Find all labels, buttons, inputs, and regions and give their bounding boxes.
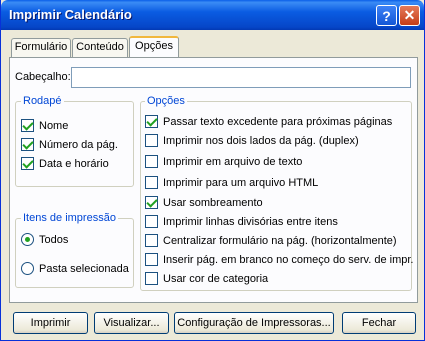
print-dialog: Imprimir Calendário ? ✕ Formulário Conte…	[0, 0, 425, 341]
tab-label: Formulário	[14, 41, 68, 53]
help-icon: ?	[382, 7, 391, 24]
radio-pasta-selecionada[interactable]: Pasta selecionada	[21, 262, 129, 275]
opcoes-group-title: Opções	[145, 95, 187, 107]
checkbox-icon[interactable]	[21, 119, 34, 132]
opcao-duplex-checkbox[interactable]: Imprimir nos dois lados da pág. (duplex)	[145, 134, 359, 147]
checkbox-icon[interactable]	[145, 196, 158, 209]
opcao-pag-branco-checkbox[interactable]: Inserir pág. em branco no começo do serv…	[145, 253, 413, 266]
opcao-linhas-divisorias-checkbox[interactable]: Imprimir linhas divisórias entre itens	[145, 215, 338, 228]
opcao-passar-texto-checkbox[interactable]: Passar texto excedente para próximas pág…	[145, 115, 392, 128]
imprimir-button[interactable]: Imprimir	[13, 312, 88, 334]
tab-formulario[interactable]: Formulário	[11, 38, 71, 57]
opcao-centralizar-checkbox[interactable]: Centralizar formulário na pág. (horizont…	[145, 234, 397, 247]
checkbox-label: Número da pág.	[39, 138, 118, 151]
configuracao-impressoras-button[interactable]: Configuração de Impressoras...	[174, 312, 334, 334]
checkbox-icon[interactable]	[145, 176, 158, 189]
help-button[interactable]: ?	[376, 5, 397, 26]
checkbox-icon[interactable]	[145, 115, 158, 128]
rodape-group-title: Rodapé	[21, 95, 64, 107]
checkbox-icon[interactable]	[145, 215, 158, 228]
radio-label: Pasta selecionada	[39, 262, 129, 275]
checkbox-icon[interactable]	[21, 157, 34, 170]
checkbox-label: Imprimir para um arquivo HTML	[163, 176, 319, 189]
tab-conteudo[interactable]: Conteúdo	[72, 38, 128, 57]
radio-label: Todos	[39, 233, 69, 246]
checkbox-label: Inserir pág. em branco no começo do serv…	[163, 253, 414, 266]
checkbox-label: Imprimir em arquivo de texto	[163, 155, 303, 168]
checkbox-icon[interactable]	[145, 155, 158, 168]
radio-todos[interactable]: Todos	[21, 233, 68, 246]
window-title: Imprimir Calendário	[9, 7, 132, 22]
tab-label: Conteúdo	[76, 41, 124, 53]
checkbox-label: Passar texto excedente para próximas pág…	[163, 115, 393, 128]
checkbox-label: Usar sombreamento	[163, 196, 263, 209]
radio-icon[interactable]	[21, 262, 34, 275]
checkbox-icon[interactable]	[145, 134, 158, 147]
checkbox-label: Imprimir nos dois lados da pág. (duplex)	[163, 134, 359, 147]
title-bar[interactable]: Imprimir Calendário ? ✕	[1, 0, 424, 30]
opcao-arquivo-texto-checkbox[interactable]: Imprimir em arquivo de texto	[145, 155, 302, 168]
visualizar-button[interactable]: Visualizar...	[94, 312, 169, 334]
itens-impressao-group	[15, 218, 134, 288]
checkbox-label: Centralizar formulário na pág. (horizont…	[163, 234, 397, 247]
checkbox-label: Data e horário	[39, 157, 109, 170]
fechar-button[interactable]: Fechar	[342, 312, 416, 334]
checkbox-label: Nome	[39, 119, 69, 132]
opcao-sombreamento-checkbox[interactable]: Usar sombreamento	[145, 196, 263, 209]
checkbox-label: Imprimir linhas divisórias entre itens	[163, 215, 338, 228]
rodape-numero-checkbox[interactable]: Número da pág.	[21, 138, 118, 151]
checkbox-icon[interactable]	[21, 138, 34, 151]
tab-label: Opções	[135, 40, 173, 52]
opcao-cor-categoria-checkbox[interactable]: Usar cor de categoria	[145, 272, 268, 285]
rodape-nome-checkbox[interactable]: Nome	[21, 119, 68, 132]
opcao-arquivo-html-checkbox[interactable]: Imprimir para um arquivo HTML	[145, 176, 318, 189]
checkbox-icon[interactable]	[145, 234, 158, 247]
tab-opcoes[interactable]: Opções	[129, 36, 179, 57]
header-input[interactable]	[71, 67, 411, 88]
checkbox-label: Usar cor de categoria	[163, 272, 269, 285]
radio-icon[interactable]	[21, 233, 34, 246]
close-button[interactable]: ✕	[399, 5, 420, 26]
rodape-data-checkbox[interactable]: Data e horário	[21, 157, 109, 170]
itens-impressao-title: Itens de impressão	[21, 212, 118, 224]
checkbox-icon[interactable]	[145, 253, 158, 266]
checkbox-icon[interactable]	[145, 272, 158, 285]
close-icon: ✕	[403, 7, 416, 23]
header-label: Cabeçalho:	[15, 71, 71, 83]
